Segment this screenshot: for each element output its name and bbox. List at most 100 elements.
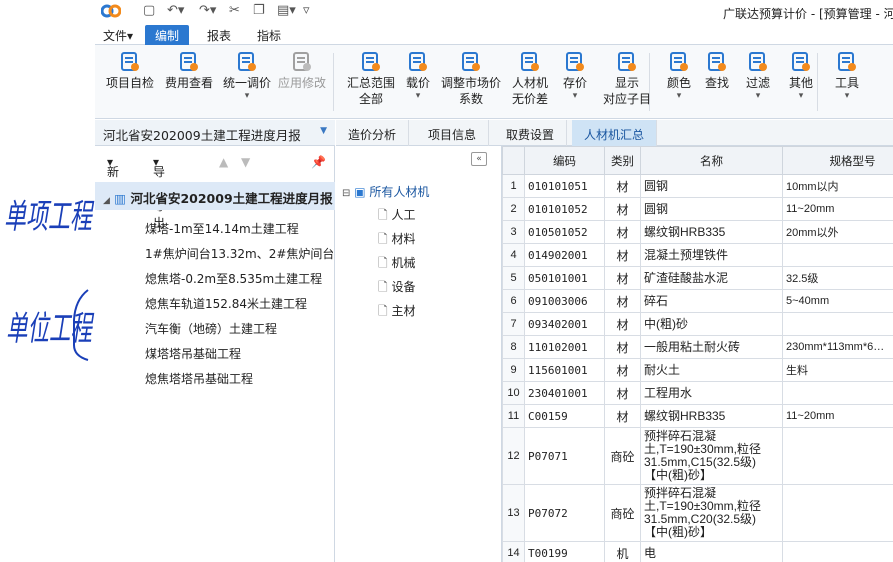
- cell-name[interactable]: 螺纹钢HRB335: [640, 404, 783, 428]
- category-item[interactable]: 🗋 材料: [378, 230, 416, 251]
- menu-report[interactable]: 报表: [207, 27, 231, 44]
- ribbon-button-5[interactable]: 载价 ▾: [403, 51, 433, 101]
- cell-idx[interactable]: 4: [502, 243, 525, 267]
- cell-name[interactable]: 预拌碎石混凝土,T=190±30mm,粒径31.5mm,C20(32.5级)【中…: [640, 484, 783, 542]
- cell-idx[interactable]: 12: [502, 427, 525, 485]
- column-header[interactable]: 类别: [604, 146, 641, 175]
- table-row[interactable]: 4 014902001 材混凝土预埋铁件: [502, 243, 893, 267]
- ribbon-button-0[interactable]: 项目自检: [105, 51, 155, 91]
- cell-spec[interactable]: 32.5级: [782, 266, 893, 290]
- cell-code[interactable]: T00199: [524, 541, 605, 562]
- tree-root-project[interactable]: ◢ ▥ 河北省安202009土建工程进度月报: [95, 182, 335, 210]
- table-row[interactable]: 8 110102001 材一般用粘土耐火砖 230mm*113mm*6…: [502, 335, 893, 359]
- cell-cat[interactable]: 材: [604, 289, 641, 313]
- cell-cat[interactable]: 材: [604, 174, 641, 198]
- cell-cat[interactable]: 商砼: [604, 484, 641, 542]
- cell-code[interactable]: 110102001: [524, 335, 605, 359]
- cell-cat[interactable]: 材: [604, 243, 641, 267]
- cell-name[interactable]: 一般用粘土耐火砖: [640, 335, 783, 359]
- table-row[interactable]: 5 050101001 材矿渣硅酸盐水泥 32.5级: [502, 266, 893, 290]
- cell-spec[interactable]: 生料: [782, 358, 893, 382]
- cell-code[interactable]: 093402001: [524, 312, 605, 336]
- cell-cat[interactable]: 机: [604, 541, 641, 562]
- cell-name[interactable]: 圆钢: [640, 174, 783, 198]
- table-row[interactable]: 9 115601001 材耐火土 生料: [502, 358, 893, 382]
- cell-idx[interactable]: 13: [502, 484, 525, 542]
- collapse-tree-icon[interactable]: ⊟: [342, 188, 350, 199]
- cell-idx[interactable]: 14: [502, 541, 525, 562]
- cell-name[interactable]: 耐火土: [640, 358, 783, 382]
- ribbon-button-4[interactable]: 汇总范围 全部: [343, 51, 399, 107]
- column-header[interactable]: 名称: [640, 146, 783, 175]
- cell-name[interactable]: 碎石: [640, 289, 783, 313]
- table-row[interactable]: 13 P07072 商砼 预拌碎石混凝土,T=190±30mm,粒径31.5mm,C2…: [502, 484, 893, 542]
- customize-quick-access-icon[interactable]: ▿: [303, 3, 310, 18]
- cell-idx[interactable]: 1: [502, 174, 525, 198]
- table-row[interactable]: 12 P07071 商砼 预拌碎石混凝土,T=190±30mm,粒径31.5mm,C1…: [502, 427, 893, 485]
- cell-idx[interactable]: 6: [502, 289, 525, 313]
- cell-idx[interactable]: 10: [502, 381, 525, 405]
- cell-spec[interactable]: [782, 541, 893, 562]
- tab-2[interactable]: 取费设置: [494, 120, 568, 146]
- table-row[interactable]: 1 010101051 材圆钢 10mm以内: [502, 174, 893, 198]
- redo-icon[interactable]: ↷▾: [199, 3, 216, 18]
- cell-code[interactable]: C00159: [524, 404, 605, 428]
- table-row[interactable]: 2 010101052 材圆钢 11~20mm: [502, 197, 893, 221]
- tab-0[interactable]: 造价分析: [336, 120, 410, 146]
- cell-name[interactable]: 圆钢: [640, 197, 783, 221]
- copy-icon[interactable]: ❐: [253, 3, 265, 18]
- tree-item-unit-project[interactable]: 熄焦塔塔吊基础工程: [145, 370, 333, 387]
- move-down-icon[interactable]: ▼: [241, 155, 250, 169]
- table-row[interactable]: 6 091003006 材碎石 5~40mm: [502, 289, 893, 313]
- cell-name[interactable]: 工程用水: [640, 381, 783, 405]
- ribbon-button-12[interactable]: 过滤 ▾: [739, 51, 777, 101]
- tree-item-unit-project[interactable]: 汽车衡（地磅）土建工程: [145, 320, 333, 337]
- ribbon-button-11[interactable]: 查找: [699, 51, 735, 91]
- cell-cat[interactable]: 材: [604, 220, 641, 244]
- cell-idx[interactable]: 7: [502, 312, 525, 336]
- cell-spec[interactable]: [782, 427, 893, 485]
- menu-file[interactable]: 文件▾: [103, 27, 133, 44]
- ribbon-button-2[interactable]: 统一调价 ▾: [221, 51, 273, 101]
- cell-spec[interactable]: [782, 312, 893, 336]
- column-header[interactable]: [502, 146, 525, 175]
- cell-spec[interactable]: 230mm*113mm*6…: [782, 335, 893, 359]
- table-row[interactable]: 11 C00159 材螺纹钢HRB335 11~20mm: [502, 404, 893, 428]
- cell-cat[interactable]: 材: [604, 404, 641, 428]
- new-button[interactable]: 新建▾: [107, 155, 119, 196]
- tree-item-unit-project[interactable]: 煤塔塔吊基础工程: [145, 345, 333, 362]
- cell-idx[interactable]: 11: [502, 404, 525, 428]
- cell-code[interactable]: 230401001: [524, 381, 605, 405]
- cell-name[interactable]: 螺纹钢HRB335: [640, 220, 783, 244]
- cell-name[interactable]: 矿渣硅酸盐水泥: [640, 266, 783, 290]
- cell-cat[interactable]: 商砼: [604, 427, 641, 485]
- undo-icon[interactable]: ↶▾: [167, 3, 184, 18]
- project-select[interactable]: 河北省安202009土建工程进度月报 ▼: [95, 120, 335, 146]
- cell-idx[interactable]: 3: [502, 220, 525, 244]
- tab-3[interactable]: 人材机汇总: [572, 120, 658, 146]
- ribbon-button-6[interactable]: 调整市场价 系数: [439, 51, 503, 107]
- table-row[interactable]: 3 010501052 材螺纹钢HRB335 20mm以外: [502, 220, 893, 244]
- cell-idx[interactable]: 5: [502, 266, 525, 290]
- tree-item-unit-project[interactable]: 1#焦炉间台13.32m、2#焦炉间台13.32m: [145, 245, 333, 262]
- cell-spec[interactable]: 20mm以外: [782, 220, 893, 244]
- cell-spec[interactable]: [782, 484, 893, 542]
- category-item[interactable]: 🗋 人工: [378, 206, 416, 227]
- cut-icon[interactable]: ✂: [229, 3, 240, 18]
- category-item[interactable]: 🗋 机械: [378, 254, 416, 275]
- cell-code[interactable]: 010101052: [524, 197, 605, 221]
- tab-1[interactable]: 项目信息: [416, 120, 490, 146]
- menu-edit[interactable]: 编制: [145, 25, 190, 45]
- column-header[interactable]: 规格型号: [782, 146, 893, 175]
- category-root[interactable]: ⊟ ▣ 所有人材机: [342, 183, 429, 200]
- ribbon-button-1[interactable]: 费用查看: [163, 51, 215, 91]
- cell-code[interactable]: 115601001: [524, 358, 605, 382]
- cell-idx[interactable]: 9: [502, 358, 525, 382]
- cell-code[interactable]: 014902001: [524, 243, 605, 267]
- move-up-icon[interactable]: ▲: [219, 155, 228, 169]
- cell-cat[interactable]: 材: [604, 266, 641, 290]
- table-row[interactable]: 10 230401001 材工程用水: [502, 381, 893, 405]
- paste-icon[interactable]: ▤▾: [277, 3, 296, 18]
- cell-spec[interactable]: 11~20mm: [782, 404, 893, 428]
- ribbon-button-13[interactable]: 其他 ▾: [781, 51, 821, 101]
